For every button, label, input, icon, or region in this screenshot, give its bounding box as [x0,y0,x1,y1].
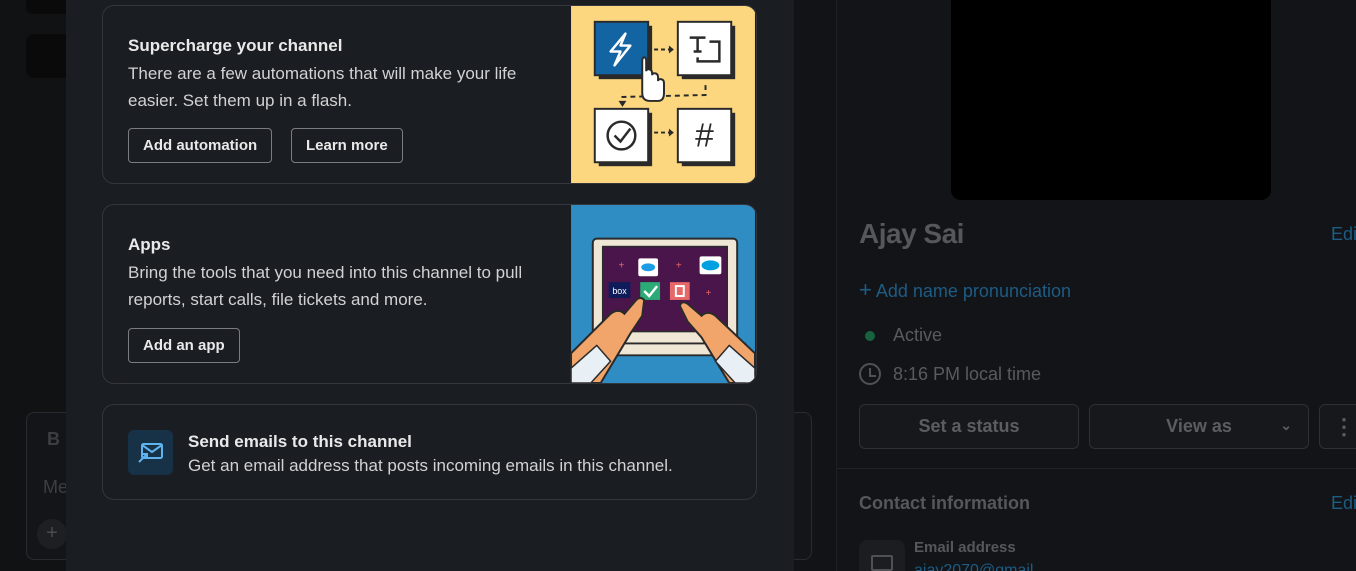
local-time: 8:16 PM local time [893,363,1042,384]
box-logo: box [612,286,627,296]
profile-name: Ajay Sai [859,218,964,249]
set-status-button: Set a status [859,404,1079,449]
automation-illustration: # [571,6,755,183]
divider [837,468,1356,469]
card-description: There are a few automations that will ma… [128,64,517,110]
email-label: Email address [914,539,1016,556]
composer-plus-button: + [37,519,67,549]
channel-integrations-modal: Supercharge your channel There are a few… [66,0,794,571]
learn-more-button[interactable]: Learn more [291,128,403,163]
svg-text:+: + [706,288,712,299]
local-time-row: 8:16 PM local time [859,363,1041,385]
profile-photo [951,0,1271,200]
automation-card: Supercharge your channel There are a few… [102,5,757,184]
apps-card: Apps Bring the tools that you need into … [102,204,757,384]
background-block [26,34,70,78]
hash-symbol: # [695,117,714,154]
card-description: Bring the tools that you need into this … [128,263,523,309]
composer-placeholder: Me [43,477,69,497]
card-title: Send emails to this channel [188,432,412,451]
more-button: ⋮ [1319,404,1356,449]
bold-button: B [47,429,60,449]
presence-status: Active [893,325,943,345]
chevron-down-icon: ⌄ [1280,417,1292,433]
view-as-button: View as ⌄ [1089,404,1309,449]
add-pronunciation-label: Add name pronunciation [875,281,1071,301]
contact-heading: Contact information [859,493,1030,513]
card-title: Supercharge your channel [128,36,343,55]
presence-row: Active [865,325,942,346]
clock-icon [859,363,881,385]
view-as-label: View as [1166,416,1232,436]
add-app-button[interactable]: Add an app [128,328,240,363]
svg-text:+: + [676,260,682,271]
email-value: ajay2070@gmail... [914,562,1047,571]
card-description: Get an email address that posts incoming… [188,456,673,475]
edit-contact-link: Edi [1331,493,1356,513]
svg-text:+: + [619,260,625,271]
apps-illustration: box + + + [570,205,756,383]
card-title: Apps [128,235,171,254]
app-root: B Me + Ajay Sai Edi + Add name pronunciat… [0,0,1356,571]
add-pronunciation-link: + Add name pronunciation [859,277,1071,303]
edit-profile-link: Edi [1331,224,1356,244]
background-block [26,0,70,14]
mail-icon [859,540,905,571]
email-forward-icon [128,430,173,475]
plus-icon: + [859,277,872,302]
presence-dot-icon [865,330,875,341]
email-card[interactable]: Send emails to this channel Get an email… [102,404,757,500]
profile-panel: Ajay Sai Edi + Add name pronunciation Act… [836,0,1356,571]
add-automation-button[interactable]: Add automation [128,128,273,163]
